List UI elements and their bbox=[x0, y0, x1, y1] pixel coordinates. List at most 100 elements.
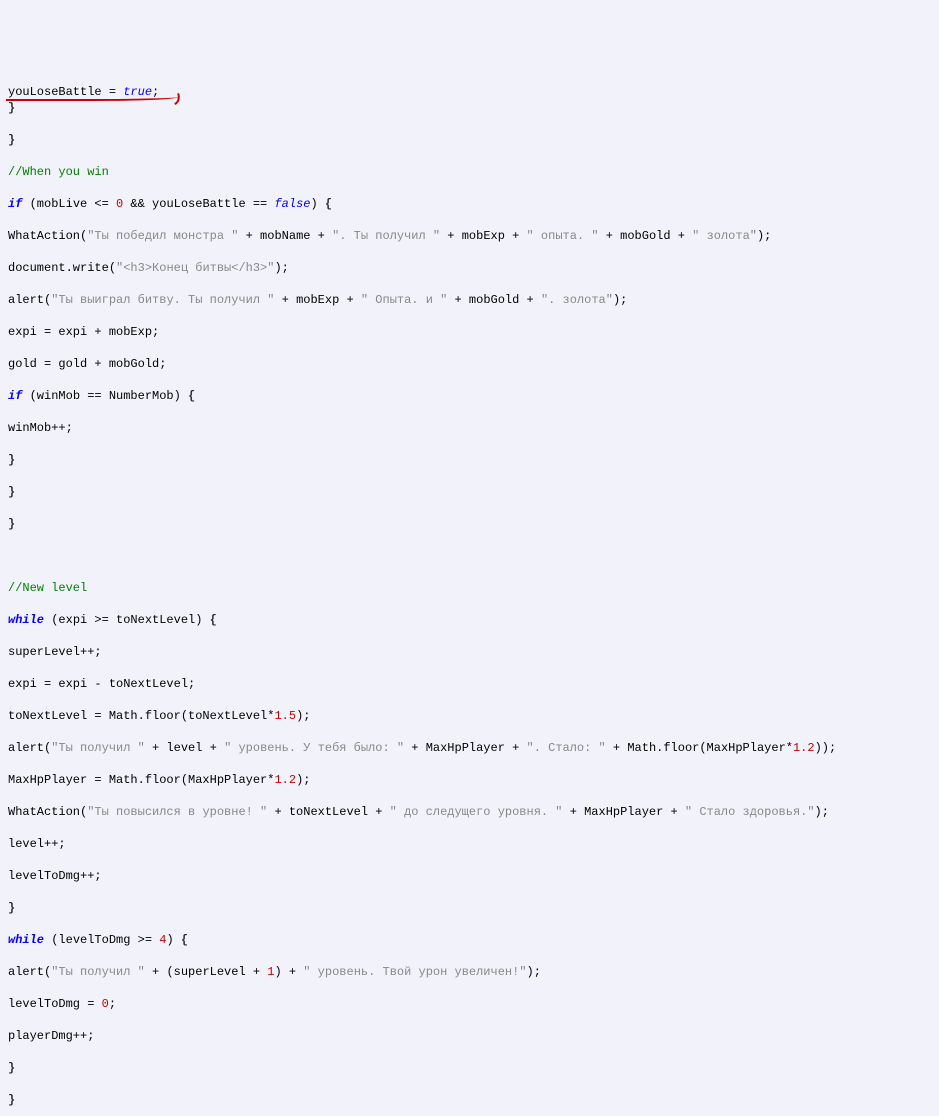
code-token: } bbox=[8, 1093, 15, 1107]
string-token: "Ты выиграл битву. Ты получил " bbox=[51, 293, 274, 307]
comment-token: //New level bbox=[8, 581, 87, 595]
code-token: ); bbox=[815, 805, 829, 819]
code-token: + mobName + bbox=[238, 229, 332, 243]
code-token: alert( bbox=[8, 965, 51, 979]
string-token: " уровень. Твой урон увеличен!" bbox=[303, 965, 526, 979]
code-line: MaxHpPlayer = Math.floor(MaxHpPlayer*1.2… bbox=[8, 772, 931, 788]
code-line: } bbox=[8, 1060, 931, 1076]
code-token: (levelToDmg >= bbox=[44, 933, 159, 947]
code-line: if (mobLive <= 0 && youLoseBattle == fal… bbox=[8, 196, 931, 212]
string-token: "Ты победил монстра " bbox=[87, 229, 238, 243]
code-token: document.write( bbox=[8, 261, 116, 275]
code-token: + Math.floor(MaxHpPlayer* bbox=[606, 741, 793, 755]
code-line: expi = expi + mobExp; bbox=[8, 324, 931, 340]
code-line: } bbox=[8, 452, 931, 468]
number-token: 1.5 bbox=[274, 709, 296, 723]
literal-token: false bbox=[274, 197, 310, 211]
code-line: alert("Ты выиграл битву. Ты получил " + … bbox=[8, 292, 931, 308]
string-token: ". золота" bbox=[541, 293, 613, 307]
code-token: ); bbox=[757, 229, 771, 243]
code-token: WhatAction( bbox=[8, 229, 87, 243]
code-token: = bbox=[102, 85, 124, 99]
number-token: 1.2 bbox=[793, 741, 815, 755]
code-token: alert( bbox=[8, 293, 51, 307]
code-line: while (levelToDmg >= 4) { bbox=[8, 932, 931, 948]
code-line: } bbox=[8, 132, 931, 148]
keyword-token: while bbox=[8, 613, 44, 627]
code-line: playerDmg++; bbox=[8, 1028, 931, 1044]
code-line: youLoseBattle = true; bbox=[8, 84, 159, 100]
string-token: " до следущего уровня. " bbox=[390, 805, 563, 819]
code-token: + (superLevel + bbox=[145, 965, 267, 979]
code-line: while (expi >= toNextLevel) { bbox=[8, 612, 931, 628]
code-token: + mobExp + bbox=[274, 293, 360, 307]
code-line: alert("Ты получил " + (superLevel + 1) +… bbox=[8, 964, 931, 980]
code-token: level++; bbox=[8, 837, 66, 851]
code-line: levelToDmg++; bbox=[8, 868, 931, 884]
code-line: gold = gold + mobGold; bbox=[8, 356, 931, 372]
string-token: " золота" bbox=[692, 229, 757, 243]
code-token: youLoseBattle bbox=[8, 85, 102, 99]
code-token: expi = expi - toNextLevel; bbox=[8, 677, 195, 691]
code-token: true bbox=[123, 85, 152, 99]
code-token: (mobLive <= bbox=[22, 197, 116, 211]
code-token: } bbox=[8, 901, 15, 915]
code-token: WhatAction( bbox=[8, 805, 87, 819]
code-token: + mobGold + bbox=[599, 229, 693, 243]
number-token: 1 bbox=[267, 965, 274, 979]
code-token: (expi >= toNextLevel) bbox=[44, 613, 210, 627]
code-token: ; bbox=[109, 997, 116, 1011]
comment-token: //When you win bbox=[8, 165, 109, 179]
code-token: MaxHpPlayer = Math.floor(MaxHpPlayer* bbox=[8, 773, 274, 787]
string-token: " Стало здоровья." bbox=[685, 805, 815, 819]
string-token: " Опыта. и " bbox=[361, 293, 447, 307]
code-line: winMob++; bbox=[8, 420, 931, 436]
code-token: + mobGold + bbox=[447, 293, 541, 307]
code-token: ) bbox=[166, 933, 180, 947]
code-line bbox=[8, 548, 931, 564]
string-token: "<h3>Конец битвы</h3>" bbox=[116, 261, 274, 275]
code-line: //New level bbox=[8, 580, 931, 596]
code-token: + toNextLevel + bbox=[267, 805, 389, 819]
keyword-token: if bbox=[8, 197, 22, 211]
code-token: ) bbox=[310, 197, 324, 211]
code-line: alert("Ты получил " + level + " уровень.… bbox=[8, 740, 931, 756]
code-token: (winMob == NumberMob) bbox=[22, 389, 188, 403]
string-token: "Ты получил " bbox=[51, 965, 145, 979]
code-token: ); bbox=[527, 965, 541, 979]
code-token: } bbox=[8, 453, 15, 467]
code-line: toNextLevel = Math.floor(toNextLevel*1.5… bbox=[8, 708, 931, 724]
code-token: ); bbox=[613, 293, 627, 307]
code-token: { bbox=[188, 389, 195, 403]
code-token: + MaxHpPlayer + bbox=[563, 805, 685, 819]
code-line: level++; bbox=[8, 836, 931, 852]
code-token: gold = gold + mobGold; bbox=[8, 357, 166, 371]
code-token: ); bbox=[274, 261, 288, 275]
code-token: levelToDmg++; bbox=[8, 869, 102, 883]
code-line: document.write("<h3>Конец битвы</h3>"); bbox=[8, 260, 931, 276]
number-token: 1.2 bbox=[274, 773, 296, 787]
code-token: superLevel++; bbox=[8, 645, 102, 659]
code-token: levelToDmg = bbox=[8, 997, 102, 1011]
string-token: " опыта. " bbox=[527, 229, 599, 243]
code-token: ); bbox=[296, 773, 310, 787]
code-token: toNextLevel = Math.floor(toNextLevel* bbox=[8, 709, 274, 723]
code-token: } bbox=[8, 1061, 15, 1075]
code-editor[interactable]: youLoseBattle = true; } } //When you win… bbox=[8, 68, 931, 1116]
code-line: WhatAction("Ты повысился в уровне! " + t… bbox=[8, 804, 931, 820]
string-token: "Ты получил " bbox=[51, 741, 145, 755]
code-line: if (winMob == NumberMob) { bbox=[8, 388, 931, 404]
keyword-token: while bbox=[8, 933, 44, 947]
code-token: playerDmg++; bbox=[8, 1029, 94, 1043]
code-line: } bbox=[8, 100, 931, 116]
code-token: + mobExp + bbox=[440, 229, 526, 243]
code-line: //When you win bbox=[8, 164, 931, 180]
code-line: } bbox=[8, 484, 931, 500]
string-token: " уровень. У тебя было: " bbox=[224, 741, 404, 755]
code-line: levelToDmg = 0; bbox=[8, 996, 931, 1012]
number-token: 4 bbox=[159, 933, 166, 947]
code-token: { bbox=[181, 933, 188, 947]
string-token: ". Ты получил " bbox=[332, 229, 440, 243]
code-token: ) + bbox=[274, 965, 303, 979]
code-token: } bbox=[8, 485, 15, 499]
